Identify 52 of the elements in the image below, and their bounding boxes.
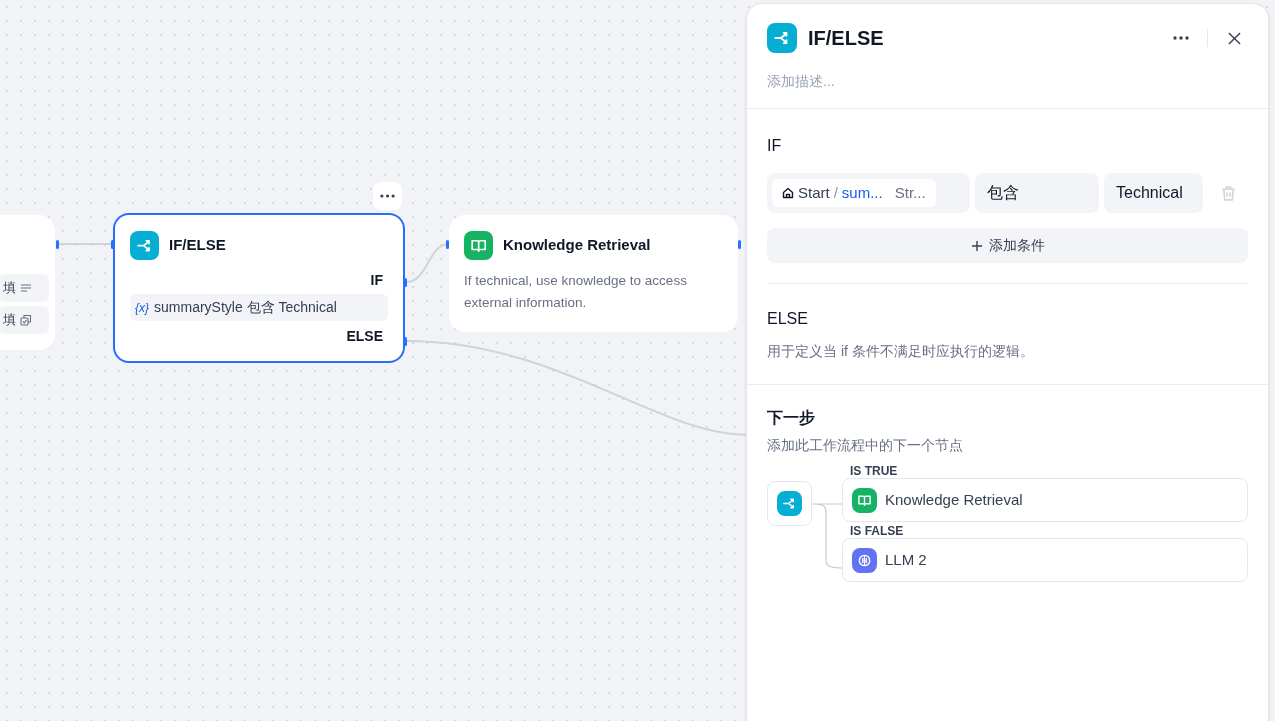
more-icon: [380, 194, 395, 198]
copy-icon: [20, 314, 32, 326]
branch-connector-drawing: [812, 502, 842, 572]
else-label: ELSE: [767, 309, 809, 329]
connection-handle[interactable]: [404, 278, 407, 287]
more-button[interactable]: [373, 182, 402, 210]
path-separator: /: [833, 182, 838, 203]
if-label: IF: [370, 271, 383, 290]
else-description: 用于定义当 if 条件不满足时应执行的逻辑。: [767, 342, 1035, 361]
condition-text: summaryStyle 包含 Technical: [154, 298, 337, 317]
plus-icon: [970, 239, 983, 252]
panel-title: IF/ELSE: [808, 26, 884, 51]
text-lines-icon: [20, 282, 32, 294]
variable-type: Str...: [894, 182, 926, 203]
operator-select[interactable]: 包含: [975, 173, 1099, 213]
edge-line: [57, 243, 113, 245]
workflow-node[interactable]: IF/ELSE IF {x} summaryStyle 包含 Technical ELSE: [113, 213, 405, 363]
value-field[interactable]: Technical: [1104, 173, 1203, 213]
variable-mark: {x}: [135, 299, 149, 317]
workflow-node[interactable]: Knowledge Retrieval If technical, use knowledge to access external information.: [449, 215, 738, 332]
variable-name: sum...: [841, 182, 883, 203]
if-label: IF: [767, 136, 783, 156]
node-title: IF/ELSE: [169, 235, 226, 256]
next-node-name: LLM 2: [885, 549, 927, 570]
add-condition-button[interactable]: 添加条件: [767, 228, 1248, 263]
connection-handle[interactable]: [446, 240, 449, 249]
node-title: Knowledge Retrieval: [503, 235, 651, 256]
branch-label: IS FALSE: [850, 524, 905, 538]
brain-icon: [857, 552, 872, 568]
required-label: 填: [3, 279, 16, 298]
next-node-item[interactable]: Knowledge Retrieval: [842, 478, 1248, 522]
description-field[interactable]: 添加描述...: [767, 71, 1248, 92]
connection-handle[interactable]: [404, 337, 407, 346]
branch-icon: [782, 496, 797, 511]
node-description: If technical, use knowledge to access external information.: [464, 272, 688, 312]
connection-handle[interactable]: [111, 240, 114, 249]
trash-icon: [1219, 184, 1237, 202]
required-label: 填: [3, 311, 16, 330]
connection-handle[interactable]: [738, 240, 741, 249]
next-step-description: 添加此工作流程中的下一个节点: [767, 436, 964, 455]
connection-handle[interactable]: [56, 240, 59, 249]
variable-selector[interactable]: Start / sum... Str...: [767, 173, 970, 213]
more-icon: [1173, 36, 1189, 40]
home-icon: [782, 187, 794, 199]
branch-label: IS TRUE: [850, 464, 899, 478]
next-node-item[interactable]: LLM 2: [842, 538, 1248, 582]
source-name: Start: [798, 182, 830, 203]
else-label: ELSE: [346, 327, 383, 346]
next-step-title: 下一步: [767, 408, 816, 428]
close-icon: [1227, 31, 1241, 45]
next-node-name: Knowledge Retrieval: [885, 489, 1023, 510]
workflow-node[interactable]: 填 填: [0, 215, 55, 350]
